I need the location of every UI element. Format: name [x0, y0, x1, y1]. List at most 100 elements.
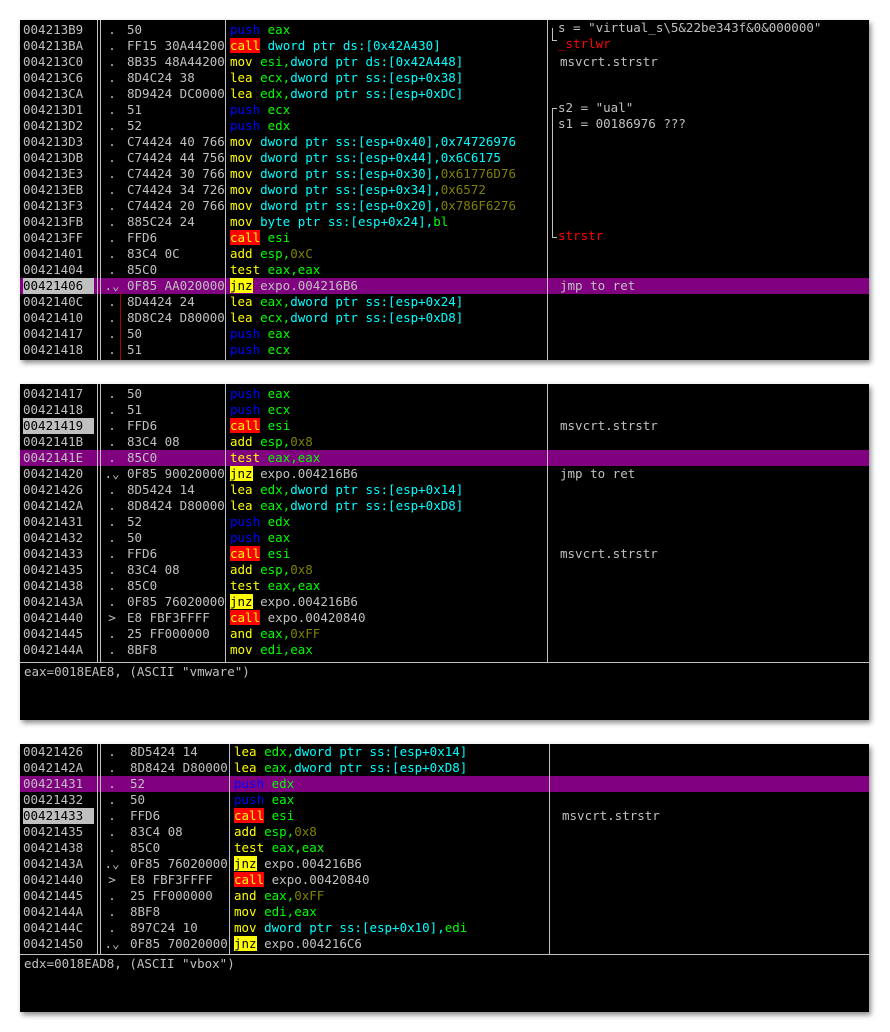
comment-cell[interactable] [560, 70, 860, 86]
hex-bytes-cell[interactable]: 83C4 08 [130, 824, 228, 840]
disassembly-cell[interactable]: jnz expo.004216B6 [230, 594, 540, 610]
instruction-row[interactable]: 00421445. 25 FF000000 and eax,0xFF [20, 888, 869, 904]
hex-bytes-cell[interactable]: 897C24 10 [130, 920, 228, 936]
instruction-row[interactable]: 004213FF. FFD6 call esi [20, 230, 869, 246]
instruction-row[interactable]: 00421417. 50 push eax [20, 326, 869, 342]
hex-bytes-cell[interactable]: FFD6 [130, 808, 228, 824]
hex-bytes-cell[interactable]: FFD6 [127, 418, 224, 434]
address-cell[interactable]: 0042144A [23, 904, 94, 920]
disassembly-cell[interactable]: push ecx [230, 102, 540, 118]
hex-bytes-cell[interactable]: C74424 40 76697274 [127, 134, 224, 150]
instruction-row[interactable]: 004213BA. FF15 30A44200 call dword ptr ds:… [20, 38, 869, 54]
comment-cell[interactable] [560, 214, 860, 230]
address-cell[interactable]: 00421418 [23, 402, 94, 418]
disassembly-cell[interactable]: and eax,0xFF [230, 626, 540, 642]
disassembly-cell[interactable]: lea eax,dword ptr ss:[esp+0xD8] [230, 498, 540, 514]
comment-cell[interactable] [562, 936, 862, 952]
disassembly-panel-3[interactable]: 00421426. 8D5424 14 lea edx,dword ptr ss:[… [20, 744, 869, 1012]
instruction-row[interactable]: 004213C6. 8D4C24 38 lea ecx,dword ptr ss:[… [20, 70, 869, 86]
comment-cell[interactable] [562, 856, 862, 872]
hex-bytes-cell[interactable]: C74424 44 75616C00 [127, 150, 224, 166]
instruction-row[interactable]: 004213D2. 52 push edx [20, 118, 869, 134]
comment-cell[interactable] [560, 402, 860, 418]
hex-bytes-cell[interactable]: FFD6 [127, 546, 224, 562]
comment-cell[interactable] [560, 482, 860, 498]
address-cell[interactable]: 00421431 [23, 776, 94, 792]
disassembly-cell[interactable]: jnz expo.004216B6 [234, 856, 544, 872]
comment-cell[interactable] [560, 450, 860, 466]
comment-cell[interactable]: jmp to ret [560, 278, 860, 294]
instruction-row[interactable]: 00421450 .⌄ 0F85 70020000 jnz expo.004216C6 [20, 936, 869, 952]
address-cell[interactable]: 00421450 [23, 936, 94, 952]
address-cell[interactable]: 00421445 [23, 888, 94, 904]
disassembly-cell[interactable]: jnz expo.004216B6 [230, 466, 540, 482]
instruction-row[interactable]: 00421406 .⌄ 0F85 AA020000 jnz expo.004216B6… [20, 278, 869, 294]
disassembly-cell[interactable]: jnz expo.004216C6 [234, 936, 544, 952]
address-cell[interactable]: 004213DB [23, 150, 94, 166]
address-cell[interactable]: 00421431 [23, 514, 94, 530]
disassembly-cell[interactable]: mov dword ptr ss:[esp+0x34],0x6572 [230, 182, 540, 198]
instruction-row[interactable]: 00421431. 52 push edx [20, 514, 869, 530]
disassembly-cell[interactable]: and eax,0xFF [234, 888, 544, 904]
disassembly-cell[interactable]: mov dword ptr ss:[esp+0x30],0x61776D76 [230, 166, 540, 182]
hex-bytes-cell[interactable]: 8D8424 D8000000 [130, 760, 228, 776]
disassembly-cell[interactable]: mov byte ptr ss:[esp+0x24],bl [230, 214, 540, 230]
address-cell[interactable]: 0042144A [23, 642, 94, 658]
address-cell[interactable]: 00421440 [23, 872, 94, 888]
comment-cell[interactable] [560, 514, 860, 530]
instruction-row[interactable]: 00421445. 25 FF000000 and eax,0xFF [20, 626, 869, 642]
instruction-row[interactable]: 00421435. 83C4 08 add esp,0x8 [20, 562, 869, 578]
hex-bytes-cell[interactable]: 85C0 [127, 450, 224, 466]
disassembly-cell[interactable]: push ecx [230, 402, 540, 418]
instruction-row[interactable]: 00421435. 83C4 08 add esp,0x8 [20, 824, 869, 840]
comment-cell[interactable] [560, 610, 860, 626]
address-cell[interactable]: 00421435 [23, 562, 94, 578]
instruction-row[interactable]: 00421433. FFD6 call esi msvcrt.strstr [20, 546, 869, 562]
disassembly-cell[interactable]: lea ecx,dword ptr ss:[esp+0xD8] [230, 310, 540, 326]
address-cell[interactable]: 00421419 [23, 418, 94, 434]
hex-bytes-cell[interactable]: 85C0 [127, 578, 224, 594]
disassembly-cell[interactable]: call dword ptr ds:[0x42A430] [230, 38, 540, 54]
address-cell[interactable]: 00421426 [23, 744, 94, 760]
address-cell[interactable]: 004213CA [23, 86, 94, 102]
address-cell[interactable]: 004213EB [23, 182, 94, 198]
address-cell[interactable]: 004213FB [23, 214, 94, 230]
address-cell[interactable]: 00421417 [23, 326, 94, 342]
instruction-row[interactable]: 0042144A. 8BF8 mov edi,eax [20, 904, 869, 920]
address-cell[interactable]: 004213D1 [23, 102, 94, 118]
instruction-row[interactable]: 004213E3. C74424 30 76617761 mov dword ptr… [20, 166, 869, 182]
address-cell[interactable]: 0042141B [23, 434, 94, 450]
address-cell[interactable]: 004213D2 [23, 118, 94, 134]
hex-bytes-cell[interactable]: 0F85 90020000 [127, 466, 224, 482]
disassembly-cell[interactable]: add esp,0x8 [230, 562, 540, 578]
hex-bytes-cell[interactable]: 8D4424 24 [127, 294, 224, 310]
hex-bytes-cell[interactable]: 52 [127, 118, 224, 134]
instruction-row[interactable]: 0042144A. 8BF8 mov edi,eax [20, 642, 869, 658]
address-cell[interactable]: 00421445 [23, 626, 94, 642]
hex-bytes-cell[interactable]: 51 [127, 342, 224, 358]
comment-cell[interactable] [562, 904, 862, 920]
address-cell[interactable]: 00421417 [23, 386, 94, 402]
hex-bytes-cell[interactable]: 0F85 70020000 [130, 936, 228, 952]
disassembly-cell[interactable]: push eax [234, 792, 544, 808]
comment-cell[interactable] [562, 888, 862, 904]
address-cell[interactable]: 004213B9 [23, 22, 94, 38]
instruction-row[interactable]: 00421410. 8D8C24 D8000000 lea ecx,dword pt… [20, 310, 869, 326]
address-cell[interactable]: 0042144C [23, 920, 94, 936]
comment-cell[interactable] [562, 760, 862, 776]
address-cell[interactable]: 004213E3 [23, 166, 94, 182]
disassembly-cell[interactable]: push eax [230, 326, 540, 342]
comment-cell[interactable]: jmp to ret [560, 466, 860, 482]
instruction-row[interactable]: 004213CA. 8D9424 DC000000 lea edx,dword pt… [20, 86, 869, 102]
instruction-row[interactable]: 00421418. 51 push ecx [20, 402, 869, 418]
instruction-row[interactable]: 00421432. 50 push eax [20, 530, 869, 546]
disassembly-cell[interactable]: lea edx,dword ptr ss:[esp+0x14] [234, 744, 544, 760]
comment-cell[interactable] [560, 230, 860, 246]
instruction-row[interactable]: 004213F3. C74424 20 76626F78 mov dword ptr… [20, 198, 869, 214]
disassembly-cell[interactable]: lea eax,dword ptr ss:[esp+0xD8] [234, 760, 544, 776]
hex-bytes-cell[interactable]: 52 [127, 514, 224, 530]
instruction-row[interactable]: 004213C0. 8B35 48A44200 mov esi,dword ptr … [20, 54, 869, 70]
hex-bytes-cell[interactable]: 8D8424 D8000000 [127, 498, 224, 514]
hex-bytes-cell[interactable]: 83C4 0C [127, 246, 224, 262]
hex-bytes-cell[interactable]: C74424 30 76617761 [127, 166, 224, 182]
